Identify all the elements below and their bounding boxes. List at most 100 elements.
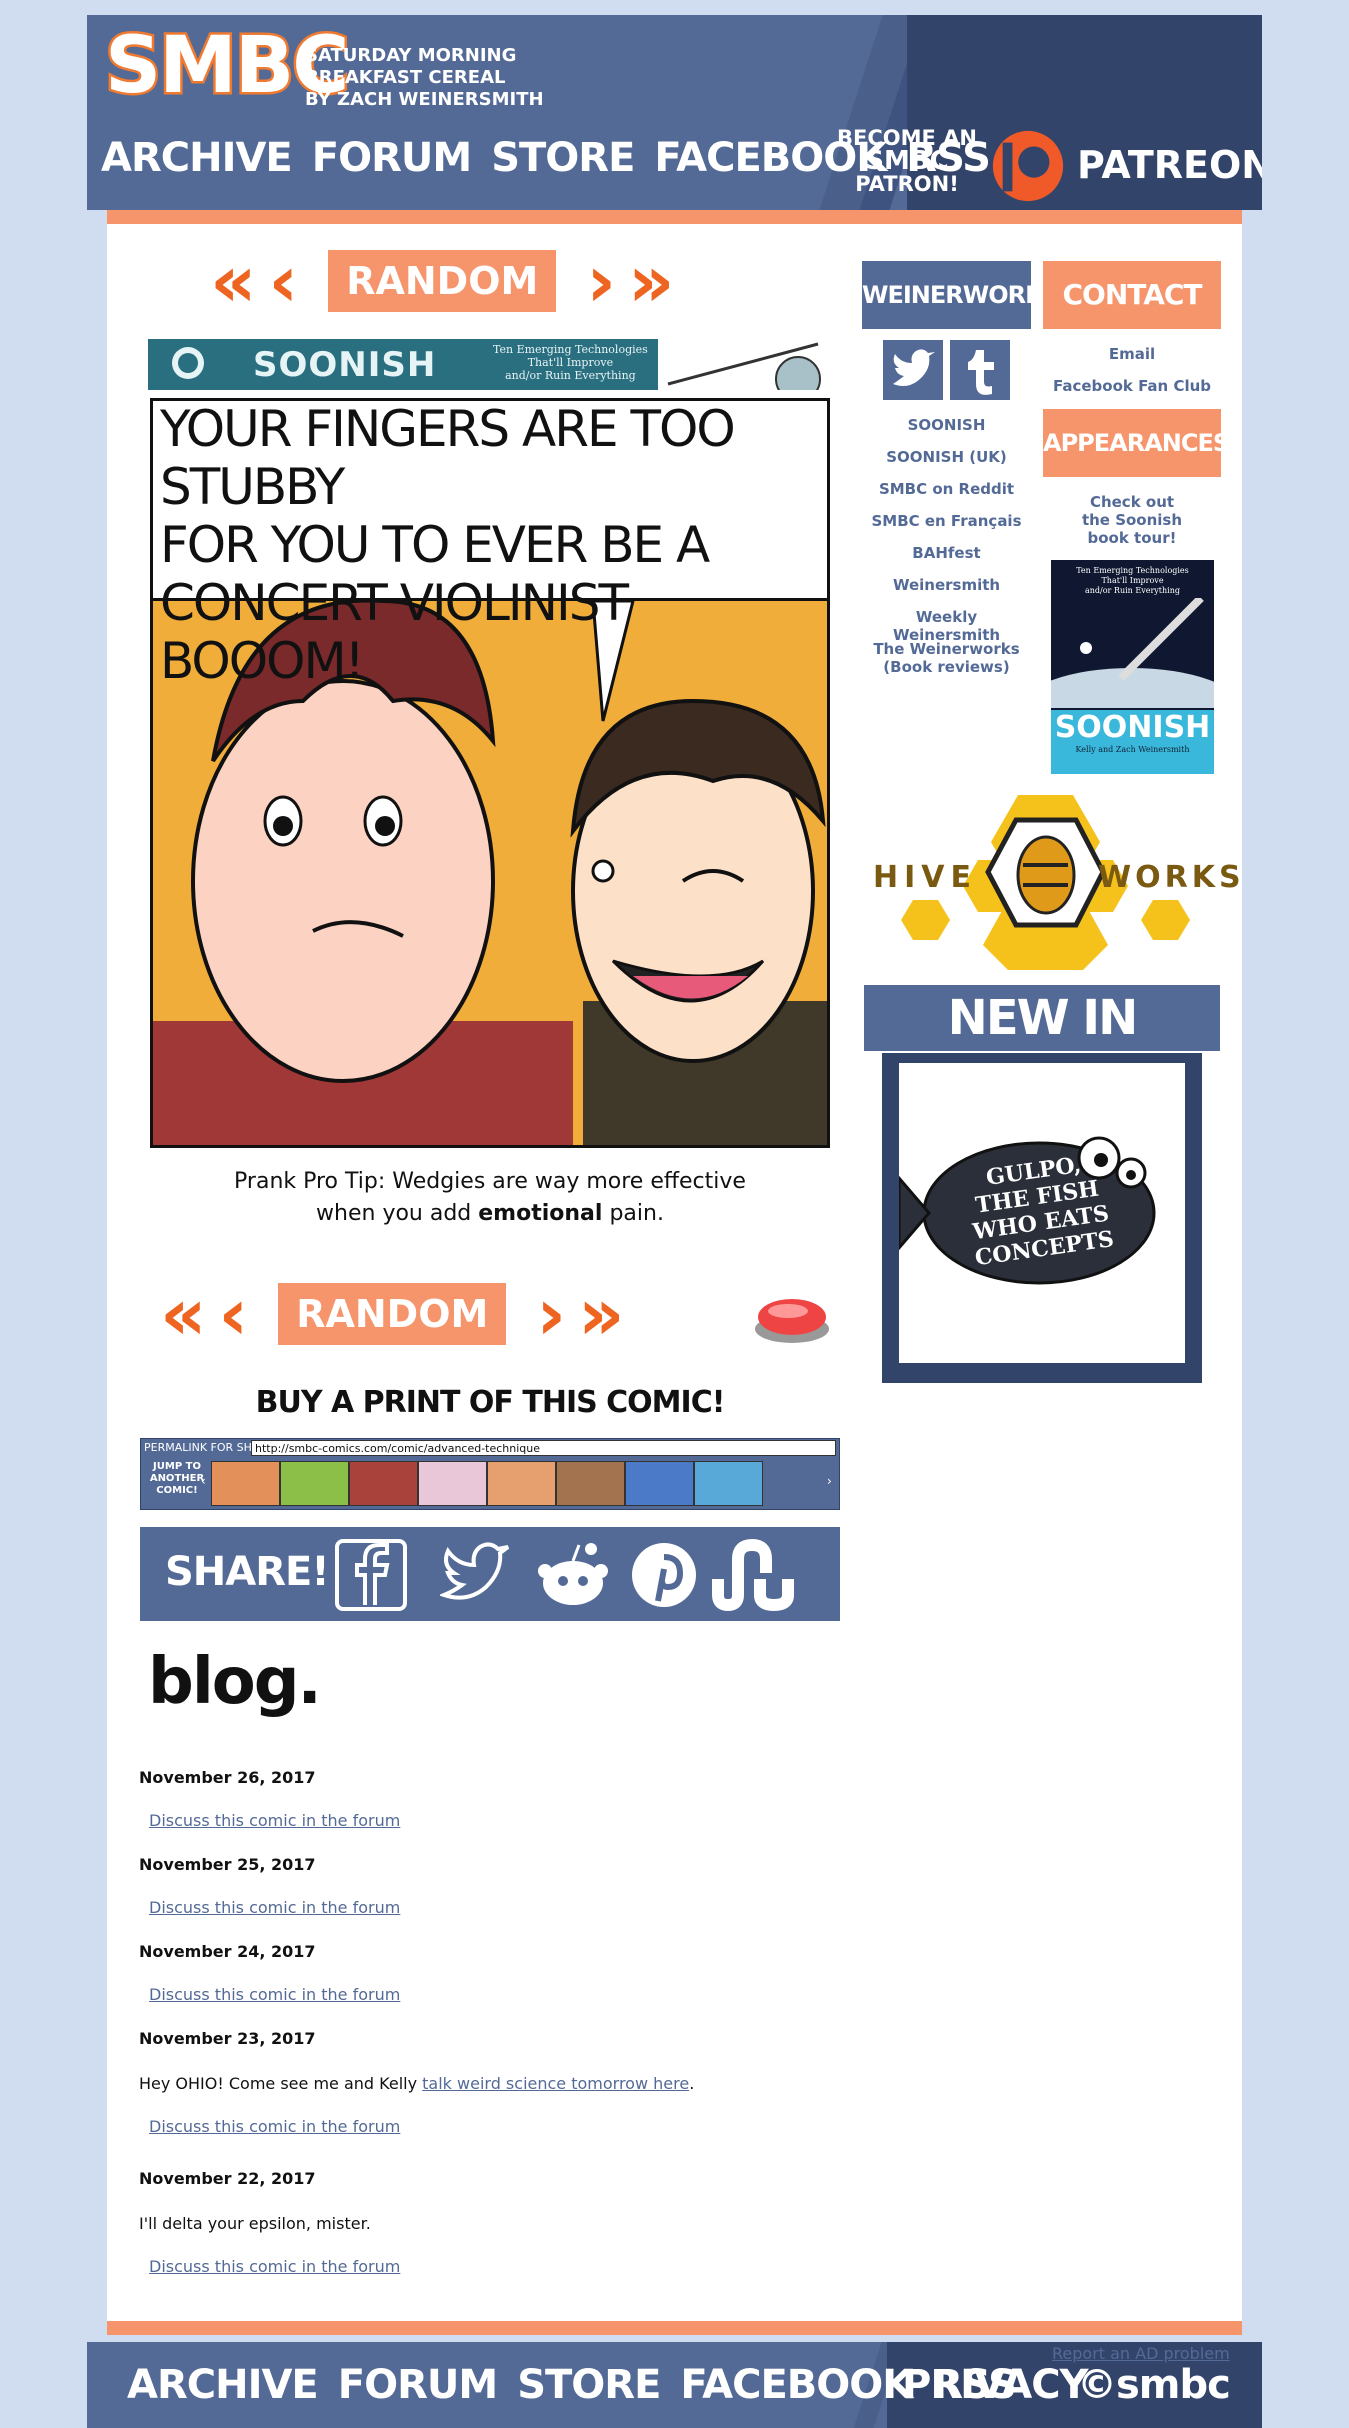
- stumbleupon-icon[interactable]: [708, 1539, 802, 1611]
- nav-store[interactable]: Store: [491, 135, 635, 181]
- discuss-link[interactable]: Discuss this comic in the forum: [149, 1985, 839, 2004]
- footer-nav: Archive Forum Store Facebook RSS: [127, 2362, 1017, 2408]
- site-header: SMBC Saturday Morning Breakfast Cereal b…: [87, 15, 1262, 210]
- comic-thumbnail[interactable]: [694, 1461, 763, 1506]
- next-comic-icon[interactable]: ›: [536, 1278, 566, 1350]
- hive-works-logo[interactable]: HIVE WORKS: [868, 790, 1241, 970]
- first-comic-icon[interactable]: «: [210, 245, 257, 317]
- nav-archive[interactable]: Archive: [101, 135, 293, 181]
- speech-line: CONCERT VIOLINIST BOOOM!: [160, 574, 629, 690]
- appearances-button[interactable]: Appearances: [1043, 409, 1230, 477]
- nav-forum[interactable]: Forum: [312, 135, 472, 181]
- report-ad-link[interactable]: Report an AD problem: [1052, 2344, 1230, 2363]
- copyright-text: ©smbc: [1077, 2362, 1231, 2408]
- latest-comic-icon[interactable]: »: [578, 1278, 625, 1350]
- sidebar-link-soonish[interactable]: SOONISH: [862, 416, 1031, 434]
- random-button[interactable]: RANDOM: [328, 250, 557, 312]
- permalink-input[interactable]: [251, 1440, 836, 1456]
- footer-nav-store[interactable]: Store: [517, 2362, 661, 2408]
- sidebar-link-line: The Weinerworks: [873, 640, 1020, 658]
- thumbs-next-icon[interactable]: ›: [827, 1474, 832, 1488]
- patreon-link[interactable]: PATREON: [1077, 143, 1262, 187]
- random-button[interactable]: RANDOM: [278, 1283, 507, 1345]
- comic-thumbnail[interactable]: [349, 1461, 418, 1506]
- comic-thumbnail[interactable]: [211, 1461, 280, 1506]
- blog-text-part: .: [689, 2074, 695, 2093]
- store-item-gulpo[interactable]: GULPO, THE FISH WHO EATS CONCEPTS: [882, 1053, 1202, 1383]
- book-subtitle: Ten Emerging Technologies That'll Improv…: [1051, 566, 1214, 596]
- blog-entry: November 24, 2017 Discuss this comic in …: [139, 1942, 839, 2004]
- sidebar-link-reddit[interactable]: SMBC on Reddit: [862, 480, 1031, 498]
- patron-line: Patron!: [855, 172, 959, 196]
- blog-date: November 25, 2017: [139, 1855, 316, 1874]
- first-comic-icon[interactable]: «: [160, 1278, 207, 1350]
- next-comic-icon[interactable]: ›: [586, 245, 616, 317]
- appearances-text[interactable]: Check out the Soonish book tour!: [1043, 493, 1221, 547]
- hovertext-caption: Prank Pro Tip: Wedgies are way more effe…: [148, 1166, 832, 1230]
- comic-thumbnail[interactable]: [625, 1461, 694, 1506]
- sidebar-link-facebook-fan-club[interactable]: Facebook Fan Club: [1043, 377, 1221, 395]
- patreon-icon[interactable]: [989, 127, 1067, 205]
- facebook-icon[interactable]: [335, 1539, 407, 1611]
- book-title-band: SOONISH Kelly and Zach Weinersmith: [1051, 710, 1214, 774]
- banner-subtitle-line: Ten Emerging Technologies: [493, 343, 648, 356]
- sidebar-link-weinerworks[interactable]: The Weinerworks (Book reviews): [862, 640, 1031, 676]
- become-patron-text[interactable]: Become an SMBC Patron!: [832, 127, 982, 196]
- soonish-book-cover[interactable]: Ten Emerging Technologies That'll Improv…: [1051, 560, 1214, 774]
- discuss-link[interactable]: Discuss this comic in the forum: [149, 2117, 839, 2136]
- blog-text: Hey OHIO! Come see me and Kelly talk wei…: [139, 2074, 839, 2093]
- pinterest-icon[interactable]: [628, 1539, 700, 1611]
- comic-nav-bottom: « ‹ RANDOM › »: [160, 1278, 625, 1350]
- patron-line: SMBC: [865, 146, 949, 176]
- discuss-link[interactable]: Discuss this comic in the forum: [149, 1898, 839, 1917]
- comic-thumbnail[interactable]: [487, 1461, 556, 1506]
- comic-thumbnail[interactable]: [556, 1461, 625, 1506]
- discuss-link[interactable]: Discuss this comic in the forum: [149, 1811, 839, 1830]
- twitter-icon[interactable]: [883, 340, 943, 400]
- new-in-store-heading: New in Store: [864, 985, 1220, 1112]
- tagline-line: by Zach Weinersmith: [305, 89, 544, 110]
- privacy-link[interactable]: Privacy: [902, 2362, 1089, 2408]
- banner-subtitle: Ten Emerging Technologies That'll Improv…: [493, 343, 648, 382]
- buy-print-link[interactable]: Buy a print of this comic!: [148, 1385, 832, 1420]
- speech-text: YOUR FINGERS ARE TOO STUBBY FOR YOU TO E…: [160, 401, 820, 690]
- comic-thumbnail[interactable]: [280, 1461, 349, 1506]
- caption-line: when you add emotional pain.: [148, 1198, 832, 1230]
- sidebar-link-weinersmith[interactable]: Weinersmith: [862, 576, 1031, 594]
- blog-title: blog.: [148, 1645, 322, 1719]
- comic-thumbnail[interactable]: [418, 1461, 487, 1506]
- weird-science-link[interactable]: talk weird science tomorrow here: [422, 2074, 689, 2093]
- appearances-line: the Soonish: [1081, 511, 1183, 529]
- sidebar-link-bahfest[interactable]: BAHfest: [862, 544, 1031, 562]
- twitter-icon[interactable]: [440, 1539, 512, 1611]
- comic-nav-top: « ‹ RANDOM › »: [210, 245, 675, 317]
- weinerworks-button[interactable]: Weinerworks: [862, 261, 1060, 329]
- site-tagline: Saturday Morning Breakfast Cereal by Zac…: [305, 45, 544, 111]
- sidebar-link-francais[interactable]: SMBC en Français: [862, 512, 1031, 530]
- caption-text: pain.: [602, 1201, 664, 1226]
- footer-nav-facebook[interactable]: Facebook: [680, 2362, 913, 2408]
- blog-date: November 24, 2017: [139, 1942, 316, 1961]
- contact-button[interactable]: Contact: [1043, 261, 1221, 329]
- reddit-icon[interactable]: [535, 1539, 611, 1611]
- book-authors: Kelly and Zach Weinersmith: [1075, 745, 1190, 754]
- caption-line: Prank Pro Tip: Wedgies are way more effe…: [234, 1169, 746, 1194]
- thumbs-prev-icon[interactable]: ‹: [201, 1474, 206, 1488]
- blog-entry: November 26, 2017 Discuss this comic in …: [139, 1768, 839, 1830]
- footer-nav-forum[interactable]: Forum: [338, 2362, 498, 2408]
- soonish-banner-ad[interactable]: SOONISH Ten Emerging Technologies That'l…: [148, 339, 832, 390]
- blog-text-part: Hey OHIO! Come see me and Kelly: [139, 2074, 423, 2093]
- caption-text: when you add: [316, 1201, 479, 1226]
- latest-comic-icon[interactable]: »: [628, 245, 675, 317]
- red-button-icon[interactable]: [752, 1287, 832, 1347]
- prev-comic-icon[interactable]: ‹: [219, 1278, 249, 1350]
- tumblr-icon[interactable]: [950, 340, 1010, 400]
- blog-entry: November 25, 2017 Discuss this comic in …: [139, 1855, 839, 1917]
- sidebar-link-soonish-uk[interactable]: SOONISH (UK): [862, 448, 1031, 466]
- book-subtitle-line: and/or Ruin Everything: [1085, 586, 1180, 595]
- sidebar-link-weekly-weinersmith[interactable]: Weekly Weinersmith: [862, 608, 1031, 644]
- discuss-link[interactable]: Discuss this comic in the forum: [149, 2257, 839, 2276]
- footer-nav-archive[interactable]: Archive: [127, 2362, 319, 2408]
- prev-comic-icon[interactable]: ‹: [269, 245, 299, 317]
- sidebar-link-email[interactable]: Email: [1043, 345, 1221, 363]
